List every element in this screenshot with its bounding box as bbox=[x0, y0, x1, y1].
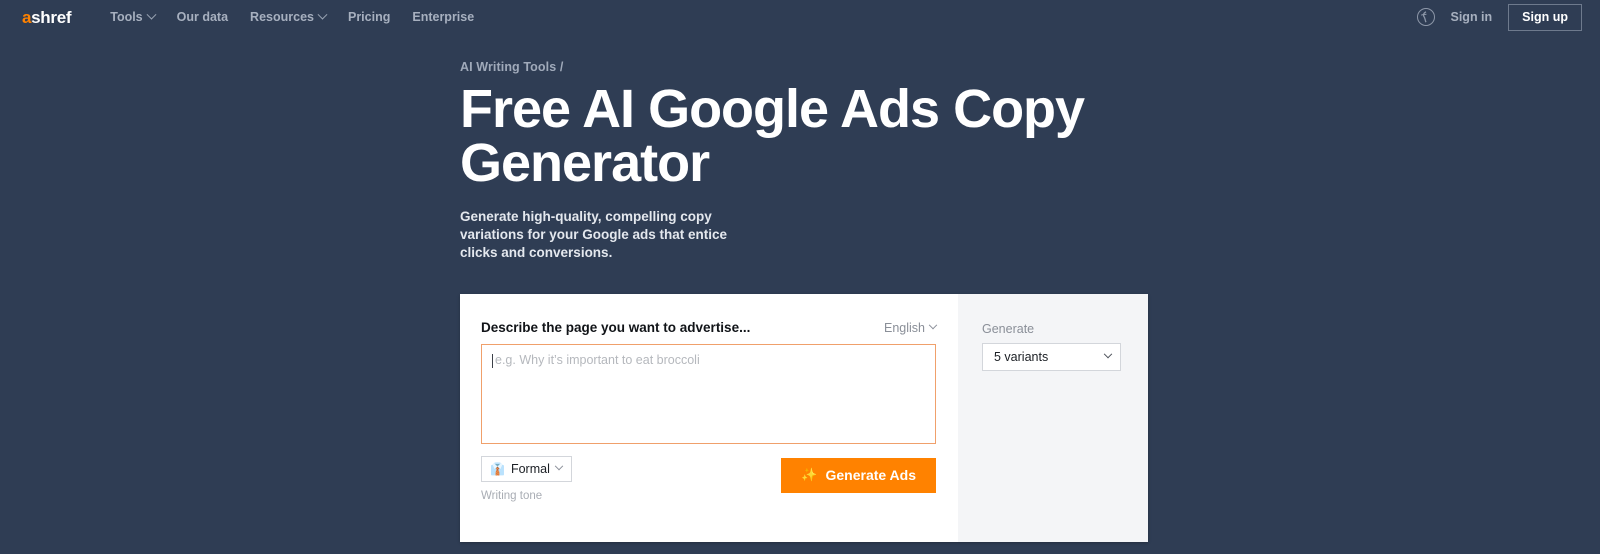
variants-select-value: 5 variants bbox=[994, 349, 1049, 364]
tool-form-panel: Describe the page you want to advertise.… bbox=[460, 293, 958, 542]
chevron-down-icon bbox=[317, 9, 328, 20]
chevron-down-icon bbox=[554, 462, 564, 471]
nav-item-label: Our data bbox=[176, 10, 229, 24]
language-selector[interactable]: English bbox=[884, 320, 938, 335]
writing-tone-value: Formal bbox=[510, 461, 550, 476]
variants-select[interactable]: 5 variants bbox=[982, 342, 1121, 371]
nav-item-resources[interactable]: Resources bbox=[239, 4, 337, 30]
generate-ads-button-label: Generate Ads bbox=[825, 466, 916, 483]
sign-in-link[interactable]: Sign in bbox=[1451, 10, 1493, 24]
page-subtitle: Generate high-quality, compelling copy v… bbox=[460, 209, 728, 260]
page-title: Free AI Google Ads Copy Generator bbox=[460, 79, 1085, 193]
globe-icon[interactable] bbox=[1416, 8, 1435, 26]
writing-tone-group: 👔 Formal Writing tone bbox=[481, 455, 572, 503]
tool-options-panel: Generate 5 variants bbox=[958, 293, 1148, 542]
nav-item-label: Tools bbox=[110, 10, 143, 24]
header-actions: Sign in Sign up bbox=[1416, 3, 1582, 31]
site-header: ashref Tools Our data Resources Pricing … bbox=[0, 0, 1600, 34]
logo-text: shref bbox=[31, 7, 72, 27]
sign-up-button[interactable]: Sign up bbox=[1508, 3, 1582, 31]
generate-options-label: Generate bbox=[982, 321, 1035, 336]
nav-item-tools[interactable]: Tools bbox=[99, 4, 165, 30]
chevron-down-icon bbox=[146, 9, 157, 20]
describe-field-label: Describe the page you want to advertise.… bbox=[481, 319, 751, 335]
nav-item-label: Resources bbox=[250, 10, 314, 24]
sparkles-icon: ✨ bbox=[801, 467, 818, 483]
language-selector-value: English bbox=[884, 320, 925, 335]
main-content: AI Writing Tools / Free AI Google Ads Co… bbox=[0, 60, 1600, 542]
logo-accent-letter: a bbox=[22, 7, 32, 27]
nav-item-our-data[interactable]: Our data bbox=[166, 4, 239, 30]
describe-textarea[interactable]: e.g. Why it’s important to eat broccoli bbox=[481, 343, 936, 444]
necktie-icon: 👔 bbox=[490, 462, 505, 477]
main-navigation: Tools Our data Resources Pricing Enterpr… bbox=[99, 4, 485, 30]
text-cursor bbox=[492, 353, 493, 368]
form-controls-row: 👔 Formal Writing tone ✨ Generate Ads bbox=[481, 455, 936, 503]
describe-field-header: Describe the page you want to advertise.… bbox=[481, 319, 938, 335]
writing-tone-caption: Writing tone bbox=[481, 490, 543, 503]
describe-textarea-placeholder: e.g. Why it’s important to eat broccoli bbox=[495, 352, 700, 367]
nav-item-label: Enterprise bbox=[412, 10, 475, 24]
generator-tool-card: Describe the page you want to advertise.… bbox=[460, 293, 1148, 542]
nav-item-pricing[interactable]: Pricing bbox=[337, 4, 401, 30]
chevron-down-icon bbox=[928, 320, 938, 330]
nav-item-label: Pricing bbox=[347, 10, 391, 24]
nav-item-enterprise[interactable]: Enterprise bbox=[401, 4, 485, 30]
writing-tone-dropdown[interactable]: 👔 Formal bbox=[481, 455, 572, 483]
chevron-down-icon bbox=[1103, 349, 1113, 359]
breadcrumb[interactable]: AI Writing Tools / bbox=[460, 60, 1600, 74]
generate-ads-button[interactable]: ✨ Generate Ads bbox=[781, 457, 936, 493]
ahrefs-logo[interactable]: ashref bbox=[22, 7, 72, 27]
